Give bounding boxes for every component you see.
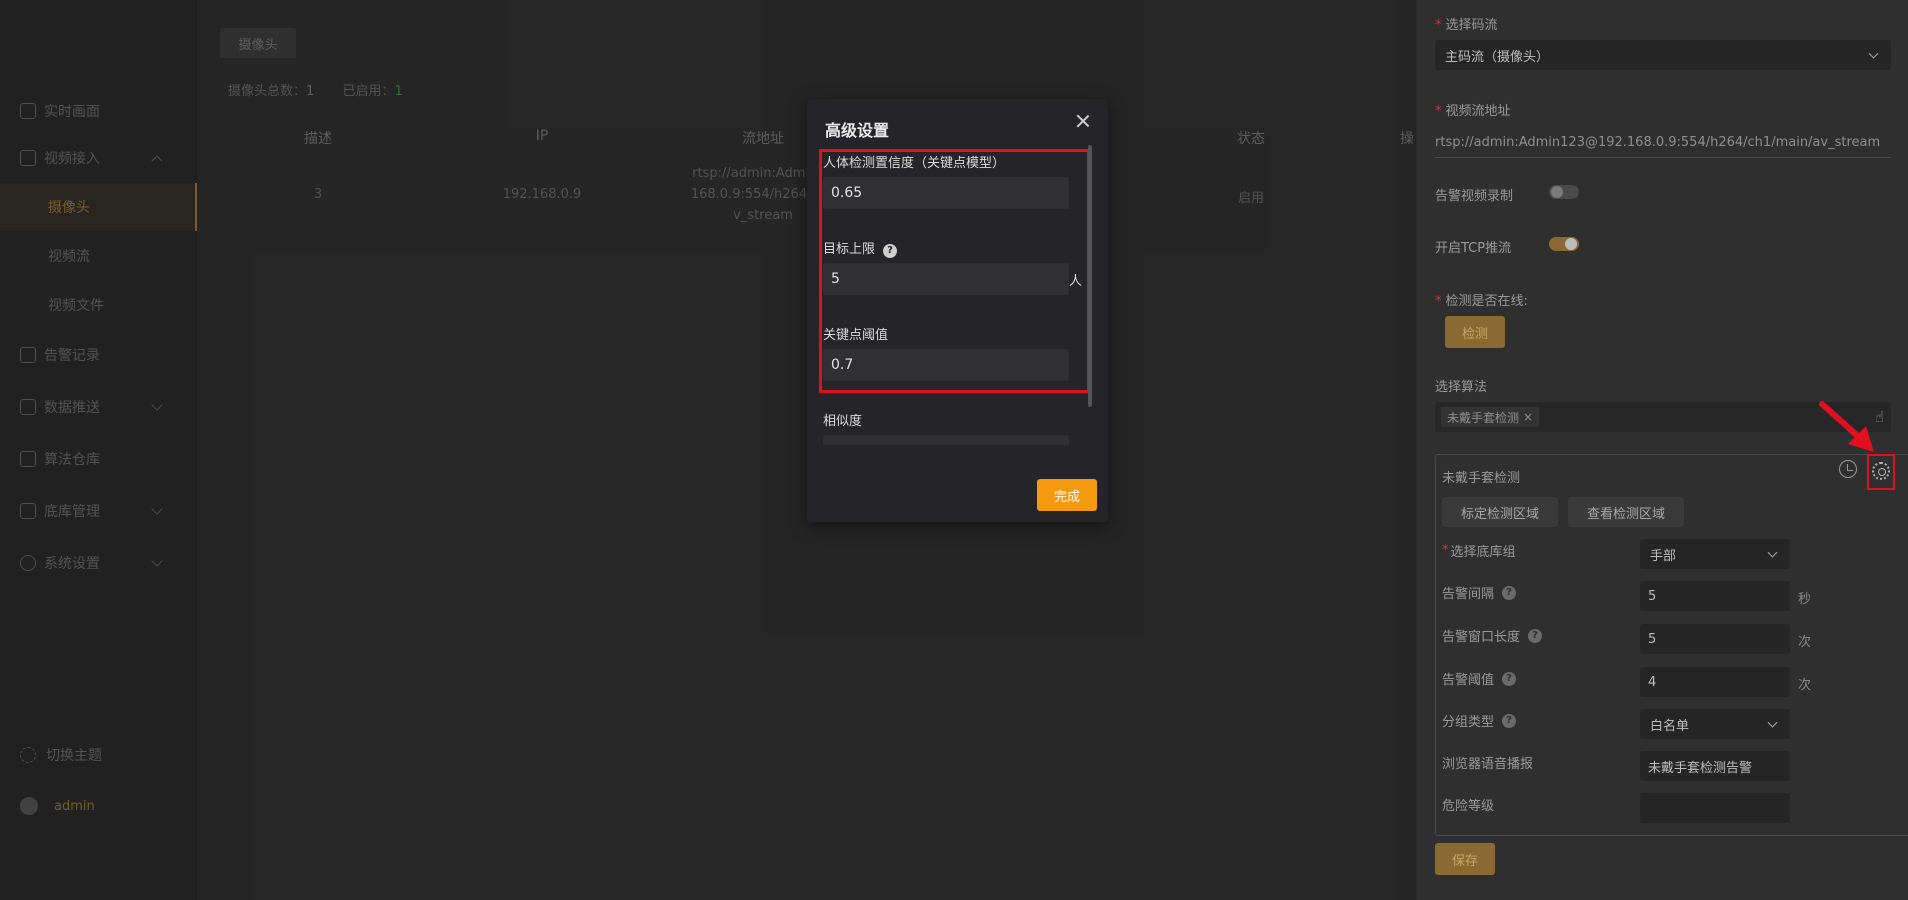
- field-label: 告警窗口长度?: [1442, 626, 1543, 645]
- field-label: 关键点阈值: [823, 328, 889, 343]
- card-title: 未戴手套检测: [1442, 471, 1521, 486]
- help-icon: ?: [1502, 585, 1517, 600]
- target-limit-input[interactable]: 5: [823, 263, 1069, 295]
- video-url-label: * 视频流地址: [1435, 104, 1511, 119]
- algo-chip[interactable]: 未戴手套检测 ×: [1441, 407, 1540, 427]
- tcp-label: 开启TCP推流: [1435, 241, 1512, 256]
- stream-type-value: 主码流（摄像头）: [1445, 49, 1550, 65]
- field-label: 相似度: [823, 414, 863, 429]
- group-type-select[interactable]: 白名单: [1640, 709, 1790, 739]
- detect-button[interactable]: 检测: [1445, 316, 1505, 348]
- library-group-select[interactable]: 手部: [1640, 539, 1790, 569]
- tcp-toggle[interactable]: [1549, 237, 1579, 251]
- alarm-record-toggle[interactable]: [1549, 185, 1579, 199]
- clock-icon[interactable]: [1839, 460, 1857, 478]
- help-icon: ?: [1502, 713, 1517, 728]
- done-button[interactable]: 完成: [1037, 479, 1097, 511]
- similarity-input[interactable]: [823, 435, 1069, 445]
- confidence-input[interactable]: 0.65: [823, 177, 1069, 209]
- algo-config-card: 未戴手套检测 标定检测区域 查看检测区域 * 选择底库组 手部 告警间隔? 5 秒…: [1435, 454, 1908, 836]
- danger-level-input[interactable]: [1640, 793, 1790, 823]
- field-label: 人体检测置信度（关键点模型）: [823, 156, 1006, 171]
- dialog-title: 高级设置: [825, 121, 890, 140]
- app: 实时画面 视频接入 摄像头 视频流 视频文件 告警记录 数据推送 算法仓库 底库…: [0, 0, 1908, 900]
- field-label: 告警阈值?: [1442, 669, 1517, 688]
- close-icon[interactable]: ×: [1523, 410, 1533, 424]
- field-label: * 选择底库组: [1442, 543, 1516, 560]
- field-label: 浏览器语音播报: [1442, 757, 1534, 772]
- arrow-annotation-icon: [1819, 401, 1874, 452]
- field-label: 告警间隔?: [1442, 583, 1517, 602]
- close-icon[interactable]: [1075, 113, 1091, 129]
- view-area-button[interactable]: 查看检测区域: [1568, 497, 1684, 527]
- chevron-down-icon: [1767, 717, 1778, 728]
- unit-label: 秒: [1798, 592, 1812, 607]
- chevron-down-icon: [1868, 48, 1879, 59]
- unit-label: 人: [1069, 274, 1083, 289]
- advanced-settings-dialog: 高级设置 人体检测置信度（关键点模型） 0.65 目标上限? 5 人 关键点阈值…: [807, 99, 1108, 522]
- field-label: 危险等级: [1442, 799, 1495, 814]
- alarm-window-input[interactable]: 5: [1640, 624, 1790, 654]
- unit-label: 次: [1798, 635, 1812, 650]
- online-check-label: * 检测是否在线:: [1435, 294, 1528, 309]
- alarm-interval-input[interactable]: 5: [1640, 581, 1790, 611]
- chevron-down-icon: [1767, 547, 1778, 558]
- modal-overlay: [0, 0, 1416, 900]
- gear-icon[interactable]: [1872, 462, 1890, 480]
- stream-type-select[interactable]: 主码流（摄像头）: [1435, 40, 1891, 70]
- help-icon: ?: [883, 244, 898, 258]
- save-button[interactable]: 保存: [1435, 843, 1495, 875]
- alarm-record-label: 告警视频录制: [1435, 189, 1514, 204]
- mark-area-button[interactable]: 标定检测区域: [1442, 497, 1558, 527]
- unit-label: 次: [1798, 678, 1812, 693]
- help-icon: ?: [1502, 671, 1517, 686]
- video-url-input[interactable]: rtsp://admin:Admin123@192.168.0.9:554/h2…: [1435, 128, 1891, 158]
- dialog-scrollbar[interactable]: [1088, 145, 1092, 407]
- algo-label: 选择算法: [1435, 380, 1488, 395]
- field-label: 分组类型?: [1442, 711, 1517, 730]
- help-icon: ?: [1528, 628, 1543, 643]
- alarm-threshold-input[interactable]: 4: [1640, 667, 1790, 697]
- stream-type-label: * 选择码流: [1435, 18, 1498, 33]
- voice-broadcast-input[interactable]: 未戴手套检测告警: [1640, 751, 1790, 781]
- field-label: 目标上限?: [823, 238, 898, 258]
- keypoint-threshold-input[interactable]: 0.7: [823, 349, 1069, 381]
